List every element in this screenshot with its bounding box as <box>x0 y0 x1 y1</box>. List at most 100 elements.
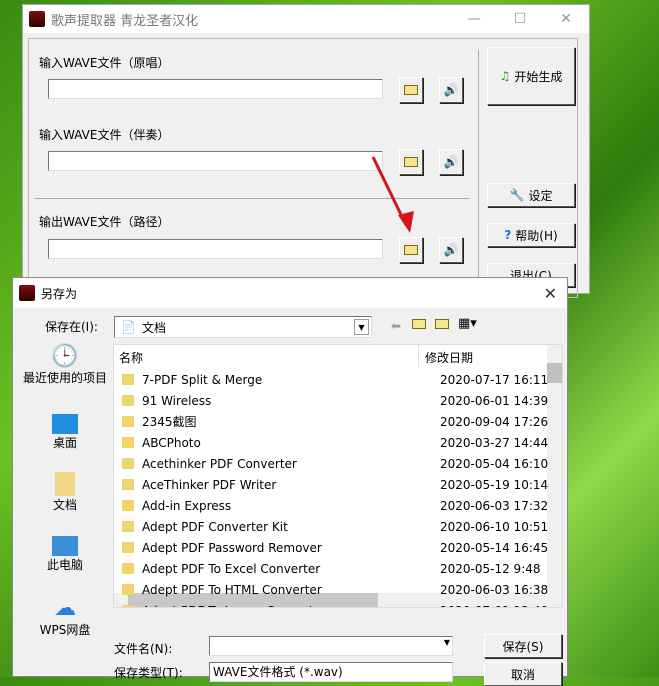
place-recent[interactable]: 🕒 最近使用的项目 <box>21 344 109 386</box>
file-row[interactable]: Adept PDF Converter Kit 2020-06-10 10:51 <box>122 516 552 537</box>
file-row[interactable]: ABCPhoto 2020-03-27 14:44 <box>122 432 552 453</box>
folder-icon <box>122 521 134 532</box>
play-accompaniment-button[interactable]: 🔊 <box>439 149 463 175</box>
filename-input[interactable]: ▼ <box>209 636 453 656</box>
documents-icon <box>55 472 75 496</box>
cancel-button[interactable]: 取消 <box>484 662 562 686</box>
red-arrow-annotation <box>371 156 414 233</box>
file-date: 2020-05-12 9:48 <box>440 561 541 576</box>
places-bar: 🕒 最近使用的项目 桌面 文档 此电脑 ☁ WPS网盘 <box>21 344 109 644</box>
folder-icon <box>122 542 134 553</box>
file-row[interactable]: Adept PDF To HTML Converter 2020-06-03 16… <box>122 579 552 600</box>
main-title: 歌声提取器 青龙圣者汉化 <box>51 13 199 29</box>
file-row[interactable]: 91 Wireless 2020-06-01 14:39 <box>122 390 552 411</box>
folder-icon <box>122 395 134 406</box>
file-name: Adept PDF Password Remover <box>142 540 322 555</box>
file-row[interactable]: Acethinker PDF Converter 2020-05-04 16:10 <box>122 453 552 474</box>
start-label: 开始生成 <box>514 69 563 84</box>
browse-output-button[interactable] <box>399 237 423 263</box>
help-label: 帮助(H) <box>515 228 558 243</box>
place-documents[interactable]: 文档 <box>21 472 109 513</box>
save-in-value: 文档 <box>141 320 166 335</box>
accompaniment-input[interactable] <box>48 151 383 171</box>
place-wps[interactable]: ☁ WPS网盘 <box>21 596 109 638</box>
file-date: 2020-06-03 16:38 <box>440 582 549 597</box>
desktop-icon <box>52 414 78 434</box>
column-name[interactable]: 名称 <box>119 349 143 366</box>
dialog-close-button[interactable]: ✕ <box>544 284 557 303</box>
label-output: 输出WAVE文件（路径） <box>39 215 170 229</box>
place-label: 此电脑 <box>46 558 83 572</box>
file-date: 2020-05-19 10:14 <box>440 477 549 492</box>
save-button[interactable]: 保存(S) <box>484 634 562 658</box>
folder-icon <box>122 605 134 607</box>
place-label: 文档 <box>52 498 77 512</box>
help-button[interactable]: ? 帮助(H) <box>487 223 575 247</box>
chevron-down-icon[interactable]: ▼ <box>444 638 450 647</box>
settings-button[interactable]: 🔧 设定 <box>487 183 575 207</box>
file-name: 7-PDF Split & Merge <box>142 372 263 387</box>
recent-icon: 🕒 <box>51 344 79 369</box>
place-label: 桌面 <box>52 436 77 450</box>
file-row[interactable]: 2345截图 2020-09-04 17:26 <box>122 411 552 432</box>
place-desktop[interactable]: 桌面 <box>21 414 109 451</box>
app-icon <box>29 11 45 27</box>
file-name: Adept PDF Converter Kit <box>142 519 288 534</box>
filetype-label: 保存类型(T): <box>114 666 183 680</box>
filename-label: 文件名(N): <box>114 642 173 656</box>
play-original-button[interactable]: 🔊 <box>439 77 463 103</box>
folder-icon <box>122 563 134 574</box>
app-icon <box>19 285 35 301</box>
folder-icon <box>404 245 418 255</box>
place-label: WPS网盘 <box>39 623 91 637</box>
folder-icon <box>122 437 134 448</box>
file-row[interactable]: AceThinker PDF Writer 2020-05-19 10:14 <box>122 474 552 495</box>
document-icon: 📄 <box>121 320 136 334</box>
dialog-titlebar: 另存为 ✕ <box>13 278 567 308</box>
browse-original-button[interactable] <box>399 77 423 103</box>
tools-icon: 🔧 <box>509 188 525 202</box>
up-folder-icon[interactable] <box>412 319 426 329</box>
speaker-icon: 🔊 <box>443 155 459 169</box>
question-icon: ? <box>504 228 512 242</box>
file-date: 2020-03-27 14:44 <box>440 435 549 450</box>
file-name: 91 Wireless <box>142 393 212 408</box>
file-date: 2020-05-14 16:45 <box>440 540 549 555</box>
file-name: ABCPhoto <box>142 435 201 450</box>
original-input[interactable] <box>48 79 383 99</box>
maximize-button[interactable]: ☐ <box>497 11 543 27</box>
dialog-title: 另存为 <box>41 286 78 301</box>
file-row[interactable]: Adept PDF To Image Converter2020-07-01 1… <box>122 600 552 608</box>
settings-label: 设定 <box>528 188 553 203</box>
file-date: 2020-06-03 17:32 <box>440 498 549 513</box>
new-folder-icon[interactable] <box>435 319 449 329</box>
filetype-dropdown[interactable]: WAVE文件格式 (*.wav) <box>209 662 453 682</box>
view-menu-icon[interactable]: ▦▾ <box>458 316 477 331</box>
file-row[interactable]: Add-in Express 2020-06-03 17:32 <box>122 495 552 516</box>
play-output-button[interactable]: 🔊 <box>439 237 463 263</box>
save-in-dropdown[interactable]: 📄 文档 ▼ <box>114 316 372 338</box>
column-date[interactable]: 修改日期 <box>418 345 479 367</box>
music-note-icon: ♫ <box>499 69 511 83</box>
place-this-pc[interactable]: 此电脑 <box>21 536 109 573</box>
close-button[interactable]: ✕ <box>543 11 589 27</box>
place-label: 最近使用的项目 <box>22 371 107 385</box>
file-date: 2020-06-10 10:51 <box>440 519 549 534</box>
minimize-button[interactable]: — <box>451 11 497 27</box>
file-date: 2020-07-17 16:11 <box>440 372 549 387</box>
divider <box>478 50 479 300</box>
folder-icon <box>122 479 134 490</box>
file-row[interactable]: Adept PDF To Excel Converter 2020-05-12 9… <box>122 558 552 579</box>
file-date: 2020-07-01 13:40 <box>440 604 548 608</box>
file-row[interactable]: Adept PDF Password Remover 2020-05-14 16:… <box>122 537 552 558</box>
file-row[interactable]: 7-PDF Split & Merge 2020-07-17 16:11 <box>122 369 552 390</box>
start-button[interactable]: ♫ 开始生成 <box>487 47 575 105</box>
output-input[interactable] <box>48 239 383 259</box>
chevron-down-icon[interactable]: ▼ <box>354 319 369 335</box>
back-icon[interactable]: ⬅ <box>391 319 401 333</box>
folder-icon <box>122 584 134 595</box>
cloud-icon: ☁ <box>54 596 76 621</box>
file-date: 2020-06-01 14:39 <box>440 393 549 408</box>
file-name: Adept PDF To Image Converter <box>142 604 440 608</box>
speaker-icon: 🔊 <box>443 243 459 257</box>
